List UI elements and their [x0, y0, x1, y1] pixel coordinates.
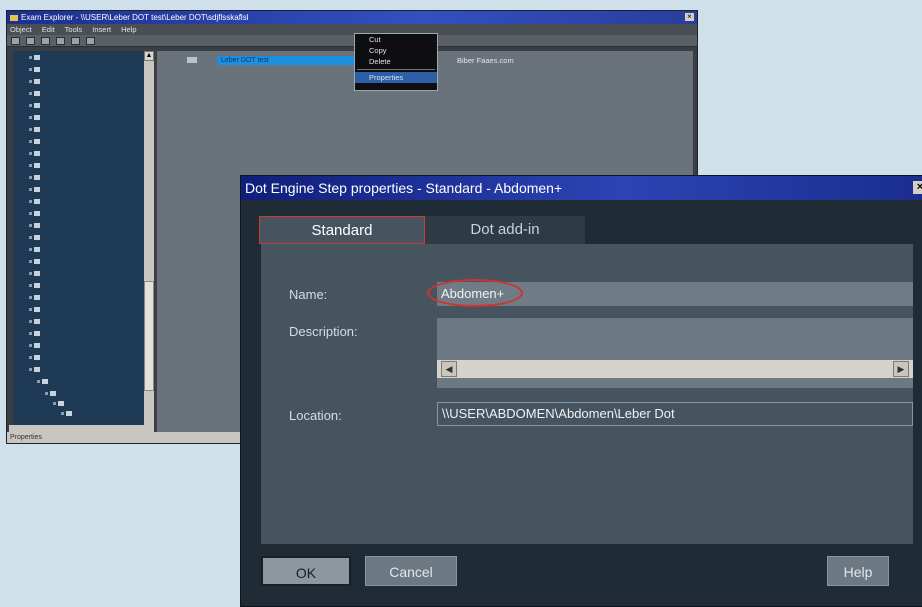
- tree-node[interactable]: [29, 331, 40, 336]
- tree-node[interactable]: [29, 259, 40, 264]
- description-label: Description:: [289, 324, 358, 339]
- tree-node[interactable]: [37, 379, 48, 384]
- name-highlight-ellipse: [427, 279, 523, 307]
- explorer-title: Exam Explorer - \\USER\Leber DOT test\Le…: [21, 13, 249, 22]
- context-menu-separator: [357, 69, 435, 70]
- tree-node[interactable]: [61, 411, 72, 416]
- cancel-button-label: Cancel: [389, 564, 433, 580]
- tab-dot-add-in[interactable]: Dot add-in: [425, 216, 585, 244]
- menu-tools[interactable]: Tools: [65, 25, 83, 34]
- menu-insert[interactable]: Insert: [92, 25, 111, 34]
- menu-edit[interactable]: Edit: [42, 25, 55, 34]
- item-icon: [187, 57, 197, 63]
- list-item-column: Biber Faaes.com: [457, 56, 514, 65]
- tree-node[interactable]: [29, 163, 40, 168]
- tree-node[interactable]: [29, 151, 40, 156]
- toolbar-list-icon[interactable]: [71, 36, 80, 45]
- tree-node[interactable]: [29, 79, 40, 84]
- name-label: Name:: [289, 287, 328, 302]
- location-label: Location:: [289, 408, 342, 423]
- scroll-right-icon[interactable]: ▶: [893, 361, 909, 377]
- tree-node[interactable]: [29, 319, 40, 324]
- tree-node[interactable]: [29, 367, 40, 372]
- tree-node[interactable]: [29, 55, 40, 60]
- tree-node[interactable]: [45, 391, 56, 396]
- context-menu-copy[interactable]: Copy: [355, 45, 437, 56]
- scroll-left-icon[interactable]: ◀: [441, 361, 457, 377]
- menu-help[interactable]: Help: [121, 25, 136, 34]
- context-menu: Cut Copy Delete Properties: [354, 33, 438, 91]
- tree-node[interactable]: [53, 401, 64, 406]
- tree-node[interactable]: [29, 223, 40, 228]
- help-button[interactable]: Help: [827, 556, 889, 586]
- tree-node[interactable]: [29, 103, 40, 108]
- ok-button-label: OK: [295, 565, 317, 581]
- help-button-label: Help: [843, 564, 873, 580]
- tree-node[interactable]: [29, 175, 40, 180]
- tab-standard[interactable]: Standard: [259, 216, 425, 244]
- explorer-toolbar: [7, 35, 697, 47]
- context-menu-delete[interactable]: Delete: [355, 56, 437, 67]
- tree-node[interactable]: [29, 295, 40, 300]
- explorer-tree-view[interactable]: [13, 51, 145, 425]
- tree-node[interactable]: [29, 91, 40, 96]
- tree-node[interactable]: [29, 67, 40, 72]
- toolbar-open-icon[interactable]: [26, 36, 35, 45]
- tree-node[interactable]: [29, 187, 40, 192]
- toolbar-new-icon[interactable]: [11, 36, 20, 45]
- ok-button[interactable]: OK: [261, 556, 351, 586]
- location-field[interactable]: \\USER\ABDOMEN\Abdomen\Leber Dot: [437, 402, 913, 426]
- folder-icon: [10, 14, 18, 21]
- scroll-up-icon[interactable]: ▲: [144, 51, 154, 61]
- tree-node[interactable]: [29, 211, 40, 216]
- tree-node[interactable]: [29, 235, 40, 240]
- tree-node[interactable]: [29, 247, 40, 252]
- standard-tab-panel: Name: Abdomen+ Description: ◀ ▶ Location…: [261, 244, 913, 544]
- tree-node[interactable]: [29, 307, 40, 312]
- tree-node[interactable]: [29, 199, 40, 204]
- toolbar-view-icon[interactable]: [56, 36, 65, 45]
- tree-node[interactable]: [29, 139, 40, 144]
- tree-node[interactable]: [29, 271, 40, 276]
- explorer-close-button[interactable]: ×: [685, 13, 694, 21]
- tree-node[interactable]: [29, 355, 40, 360]
- dialog-title: Dot Engine Step properties - Standard - …: [245, 180, 563, 196]
- dialog-title-bar[interactable]: Dot Engine Step properties - Standard - …: [241, 176, 922, 200]
- explorer-menu-bar: Object Edit Tools Insert Help: [7, 24, 697, 35]
- tree-node[interactable]: [29, 127, 40, 132]
- dialog-close-button[interactable]: ×: [913, 181, 922, 194]
- selected-list-item[interactable]: Leber DOT test: [217, 56, 361, 65]
- toolbar-up-icon[interactable]: [41, 36, 50, 45]
- menu-object[interactable]: Object: [10, 25, 32, 34]
- tree-node[interactable]: [29, 283, 40, 288]
- cancel-button[interactable]: Cancel: [365, 556, 457, 586]
- description-horizontal-scrollbar[interactable]: ◀ ▶: [437, 360, 913, 378]
- context-menu-properties[interactable]: Properties: [355, 72, 437, 83]
- tree-node[interactable]: [29, 343, 40, 348]
- tree-node[interactable]: [29, 115, 40, 120]
- tree-vertical-scrollbar[interactable]: ▲: [144, 51, 154, 425]
- context-menu-cut[interactable]: Cut: [355, 34, 437, 45]
- properties-dialog: Dot Engine Step properties - Standard - …: [240, 175, 922, 607]
- toolbar-details-icon[interactable]: [86, 36, 95, 45]
- explorer-title-bar[interactable]: Exam Explorer - \\USER\Leber DOT test\Le…: [7, 11, 697, 24]
- scroll-thumb[interactable]: [144, 281, 154, 391]
